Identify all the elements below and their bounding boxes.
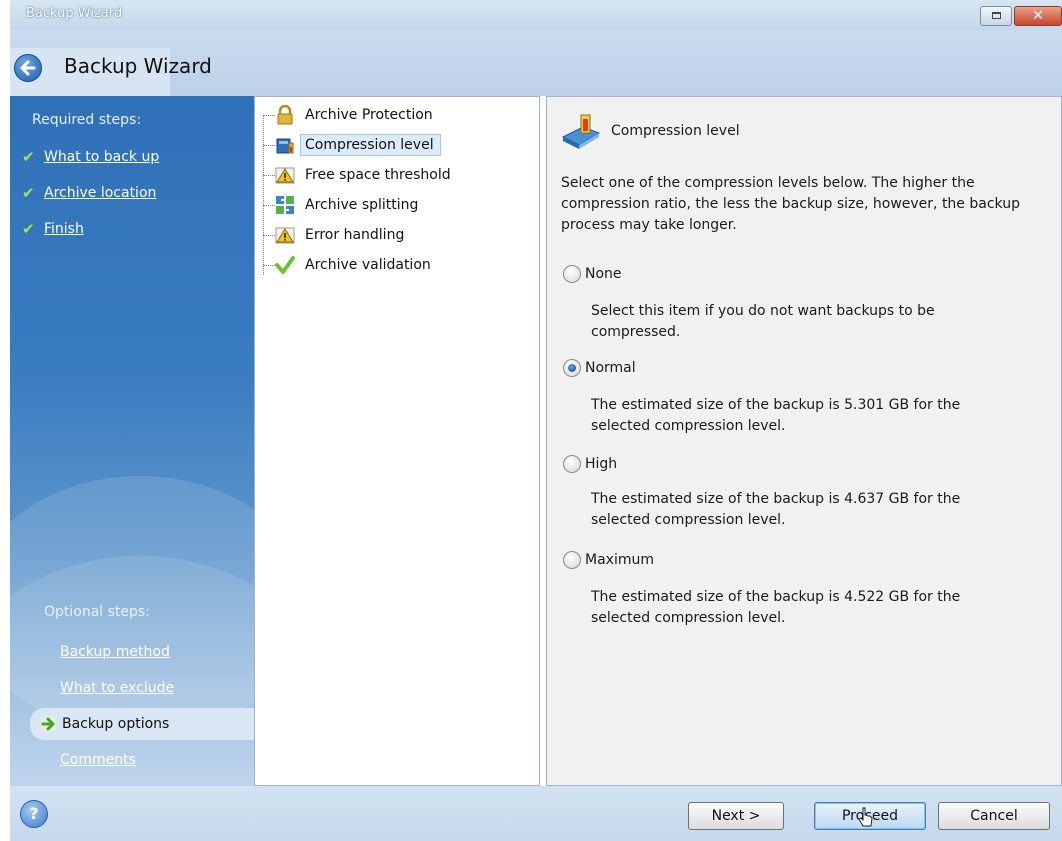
step-archive-location[interactable]: ✔ Archive location xyxy=(22,184,156,202)
radio-label: None xyxy=(585,266,622,282)
title-bar: Backup Wizard ✕ xyxy=(10,0,1062,30)
section-title: Compression level xyxy=(611,123,740,139)
tree-connector xyxy=(263,235,275,236)
close-icon: ✕ xyxy=(1032,8,1044,24)
back-button[interactable] xyxy=(14,54,42,82)
step-what-to-exclude[interactable]: What to exclude xyxy=(60,680,174,696)
warning-icon xyxy=(275,227,295,244)
tree-connector xyxy=(263,265,275,266)
back-arrow-icon xyxy=(20,60,36,76)
tree-item-free-space-threshold[interactable]: Free space threshold xyxy=(275,161,451,189)
step-backup-options[interactable]: Backup options xyxy=(30,708,254,740)
split-icon xyxy=(276,196,294,214)
cancel-button[interactable]: Cancel xyxy=(938,802,1050,830)
close-button[interactable]: ✕ xyxy=(1014,6,1062,26)
option-description: The estimated size of the backup is 4.52… xyxy=(591,589,961,626)
required-steps-title: Required steps: xyxy=(32,112,142,128)
radio-button[interactable] xyxy=(563,359,581,377)
radio-none[interactable]: None xyxy=(563,265,622,283)
tree-item-label: Archive splitting xyxy=(305,197,419,213)
wizard-header: Backup Wizard xyxy=(10,30,1062,96)
step-what-to-back-up[interactable]: ✔ What to back up xyxy=(22,148,159,166)
optional-steps-title: Optional steps: xyxy=(44,604,150,620)
restore-icon xyxy=(992,12,1001,19)
help-button[interactable]: ? xyxy=(20,800,48,828)
step-link[interactable]: What to back up xyxy=(44,149,159,165)
tree-item-archive-validation[interactable]: Archive validation xyxy=(275,251,431,279)
tree-connector xyxy=(263,145,275,146)
compression-icon xyxy=(276,138,294,154)
step-link[interactable]: Archive location xyxy=(44,185,156,201)
option-description: The estimated size of the backup is 4.63… xyxy=(591,491,961,528)
hand-cursor-icon xyxy=(858,807,873,827)
warning-icon xyxy=(275,167,295,184)
tree-item-label: Compression level xyxy=(300,134,441,156)
tree-item-error-handling[interactable]: Error handling xyxy=(275,221,404,249)
green-arrow-icon xyxy=(41,716,57,732)
tree-item-label: Error handling xyxy=(305,227,405,243)
step-link[interactable]: Finish xyxy=(44,221,84,237)
step-backup-method[interactable]: Backup method xyxy=(60,644,170,660)
option-description: Select this item if you do not want back… xyxy=(591,303,935,340)
lock-icon xyxy=(277,105,293,125)
tree-connector xyxy=(263,175,275,176)
tree-item-label: Free space threshold xyxy=(305,167,451,183)
radio-label: Normal xyxy=(585,360,636,376)
next-button[interactable]: Next > xyxy=(688,802,784,830)
tree-connector xyxy=(263,115,264,275)
radio-button[interactable] xyxy=(563,551,581,569)
step-comments[interactable]: Comments xyxy=(60,752,136,768)
options-tree: Archive Protection Compression level Fre… xyxy=(254,96,540,786)
steps-sidebar: Required steps: ✔ What to back up ✔ Arch… xyxy=(10,96,254,786)
radio-button[interactable] xyxy=(563,265,581,283)
checkmark-icon xyxy=(275,256,295,274)
section-description: Select one of the compression levels bel… xyxy=(561,175,1020,233)
option-description: The estimated size of the backup is 5.30… xyxy=(591,397,961,434)
radio-button[interactable] xyxy=(563,455,581,473)
compression-settings-panel: Compression level Select one of the comp… xyxy=(546,96,1062,786)
checkmark-icon: ✔ xyxy=(22,220,35,238)
radio-label: Maximum xyxy=(585,552,654,568)
radio-label: High xyxy=(585,456,618,472)
tree-item-compression-level[interactable]: Compression level xyxy=(275,131,441,159)
tree-connector xyxy=(263,115,275,116)
window-title: Backup Wizard xyxy=(26,6,123,21)
tree-connector xyxy=(263,205,275,206)
radio-maximum[interactable]: Maximum xyxy=(563,551,654,569)
compression-drive-icon xyxy=(561,114,601,149)
page-title: Backup Wizard xyxy=(64,54,212,78)
tree-item-label: Archive Protection xyxy=(305,107,433,123)
radio-high[interactable]: High xyxy=(563,455,617,473)
checkmark-icon: ✔ xyxy=(22,184,35,202)
wizard-footer: ? Next > Proceed Cancel xyxy=(10,786,1062,841)
tree-item-archive-protection[interactable]: Archive Protection xyxy=(275,101,433,129)
checkmark-icon: ✔ xyxy=(22,148,35,166)
tree-item-label: Archive validation xyxy=(305,257,431,273)
tree-item-archive-splitting[interactable]: Archive splitting xyxy=(275,191,418,219)
radio-normal[interactable]: Normal xyxy=(563,359,636,377)
step-label: Backup options xyxy=(62,716,170,732)
restore-button[interactable] xyxy=(980,6,1012,26)
step-finish[interactable]: ✔ Finish xyxy=(22,220,84,238)
